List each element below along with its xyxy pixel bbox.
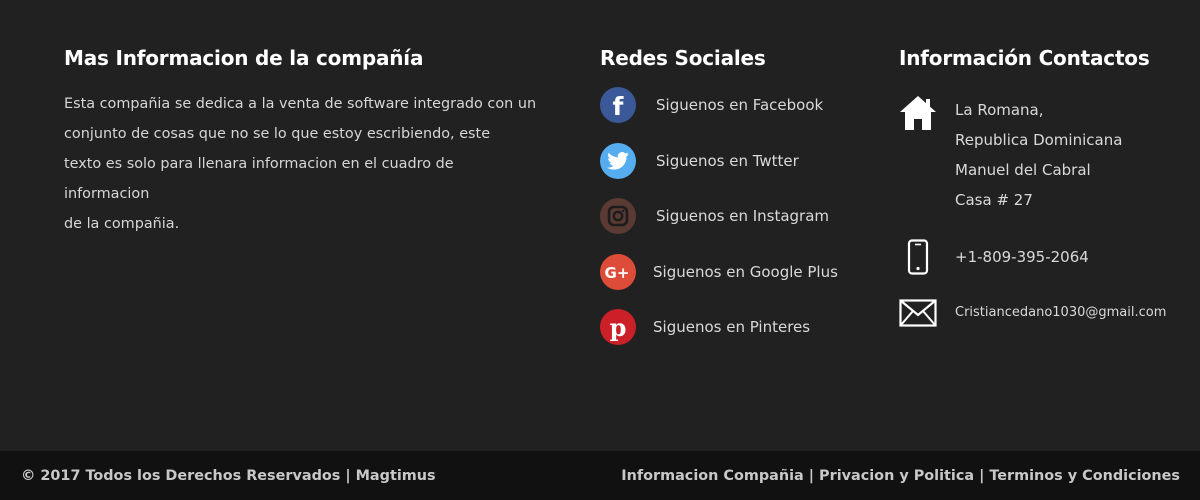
social-label: Siguenos en Instagram bbox=[656, 207, 830, 225]
contact-phone: +1-809-395-2064 bbox=[899, 239, 1089, 275]
pinterest-icon: p bbox=[600, 309, 636, 345]
contact-email: Cristiancedano1030@gmail.com bbox=[899, 299, 1166, 328]
address-line: Manuel del Cabral bbox=[955, 161, 1091, 179]
phone-number: +1-809-395-2064 bbox=[955, 248, 1089, 266]
footer-bottom-bar: © 2017 Todos los Derechos Reservados | M… bbox=[0, 451, 1200, 500]
mobile-phone-icon bbox=[899, 239, 937, 275]
contact-title: Información Contactos bbox=[899, 46, 1150, 70]
social-column: Redes Sociales f Siguenos en Facebook Si… bbox=[600, 44, 870, 365]
address-line: Republica Dominicana bbox=[955, 131, 1123, 149]
social-item-facebook[interactable]: f Siguenos en Facebook bbox=[600, 87, 870, 123]
social-label: Siguenos en Facebook bbox=[656, 96, 824, 114]
about-line: conjunto de cosas que no se lo que estoy… bbox=[64, 126, 491, 142]
svg-text:G+: G+ bbox=[605, 264, 630, 282]
social-item-instagram[interactable]: Siguenos en Instagram bbox=[600, 198, 870, 234]
about-column: Mas Informacion de la compañía Esta comp… bbox=[64, 44, 554, 239]
envelope-icon bbox=[899, 299, 937, 328]
google-plus-icon: G+ bbox=[600, 253, 636, 290]
instagram-icon bbox=[600, 198, 636, 234]
footer-links: Informacion Compañia | Privacion y Polit… bbox=[621, 468, 1180, 484]
social-label: Siguenos en Twtter bbox=[656, 151, 799, 170]
address-line: Casa # 27 bbox=[955, 191, 1033, 209]
social-label: Siguenos en Pinteres bbox=[653, 318, 811, 336]
footer-main: Mas Informacion de la compañía Esta comp… bbox=[0, 0, 1200, 451]
social-title: Redes Sociales bbox=[600, 46, 766, 70]
about-line: texto es solo para llenara informacion e… bbox=[64, 156, 454, 202]
about-line: Esta compañia se dedica a la venta de so… bbox=[64, 96, 537, 112]
about-title: Mas Informacion de la compañía bbox=[64, 46, 424, 70]
about-line: de la compañia. bbox=[64, 216, 180, 232]
copyright-text: © 2017 Todos los Derechos Reservados | bbox=[21, 467, 351, 484]
svg-text:f: f bbox=[613, 92, 625, 121]
address-line: La Romana, bbox=[955, 101, 1044, 119]
facebook-icon: f bbox=[600, 87, 636, 123]
twitter-icon bbox=[600, 142, 636, 179]
footer-link-privacy[interactable]: Privacion y Politica bbox=[819, 468, 974, 484]
copyright: © 2017 Todos los Derechos Reservados | M… bbox=[21, 468, 436, 484]
svg-text:p: p bbox=[610, 313, 627, 342]
home-icon bbox=[899, 95, 937, 215]
social-item-pinterest[interactable]: p Siguenos en Pinteres bbox=[600, 309, 870, 345]
email-address[interactable]: Cristiancedano1030@gmail.com bbox=[955, 298, 1166, 328]
brand-link[interactable]: Magtimus bbox=[356, 468, 436, 484]
separator: | bbox=[979, 467, 985, 484]
social-item-google-plus[interactable]: G+ Siguenos en Google Plus bbox=[600, 253, 870, 290]
social-list: f Siguenos en Facebook Siguenos en Twtte… bbox=[600, 87, 870, 345]
contact-address: La Romana, Republica Dominicana Manuel d… bbox=[899, 95, 1122, 215]
footer-link-terms[interactable]: Terminos y Condiciones bbox=[989, 468, 1180, 484]
footer-link-company-info[interactable]: Informacion Compañia bbox=[621, 468, 804, 484]
about-text: Esta compañia se dedica a la venta de so… bbox=[64, 89, 542, 239]
separator: | bbox=[808, 467, 815, 484]
contact-column: Información Contactos La Romana, Republi… bbox=[899, 44, 1189, 404]
social-label: Siguenos en Google Plus bbox=[653, 262, 838, 281]
social-item-twitter[interactable]: Siguenos en Twtter bbox=[600, 142, 870, 179]
